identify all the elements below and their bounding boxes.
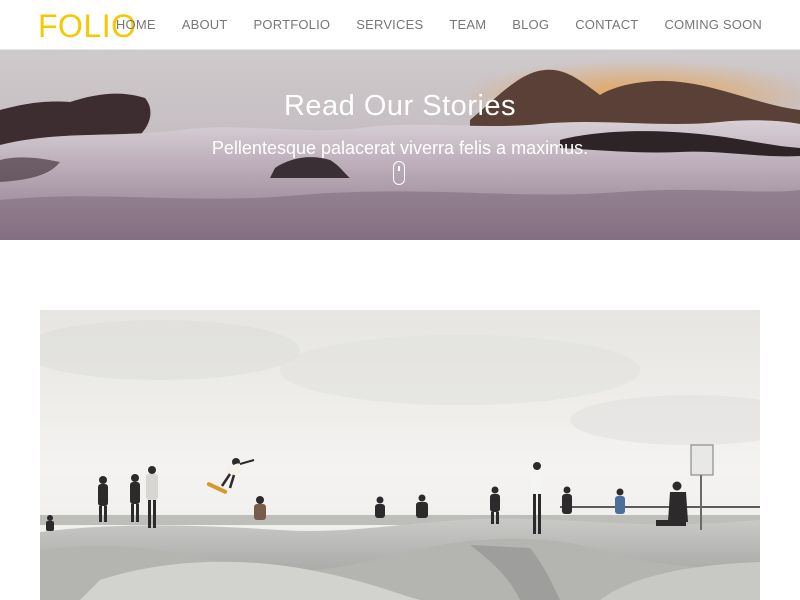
hero-banner: Read Our Stories Pellentesque palacerat … [0, 50, 800, 240]
nav-services[interactable]: SERVICES [356, 0, 423, 50]
nav-portfolio[interactable]: PORTFOLIO [254, 0, 331, 50]
nav-coming-soon[interactable]: COMING SOON [664, 0, 762, 50]
nav-about[interactable]: ABOUT [182, 0, 228, 50]
site-header: FOLIO HOME ABOUT PORTFOLIO SERVICES TEAM… [0, 0, 800, 50]
nav-blog[interactable]: BLOG [512, 0, 549, 50]
nav-team[interactable]: TEAM [449, 0, 486, 50]
mouse-scroll-icon[interactable] [393, 161, 405, 185]
main-nav: HOME ABOUT PORTFOLIO SERVICES TEAM BLOG … [116, 0, 762, 50]
skatepark-photo [40, 310, 760, 600]
nav-home[interactable]: HOME [116, 0, 156, 50]
nav-contact[interactable]: CONTACT [575, 0, 638, 50]
post-featured-image[interactable] [40, 310, 760, 600]
hero-subtitle: Pellentesque palacerat viverra felis a m… [211, 138, 589, 158]
hero-title: Read Our Stories [283, 90, 517, 122]
